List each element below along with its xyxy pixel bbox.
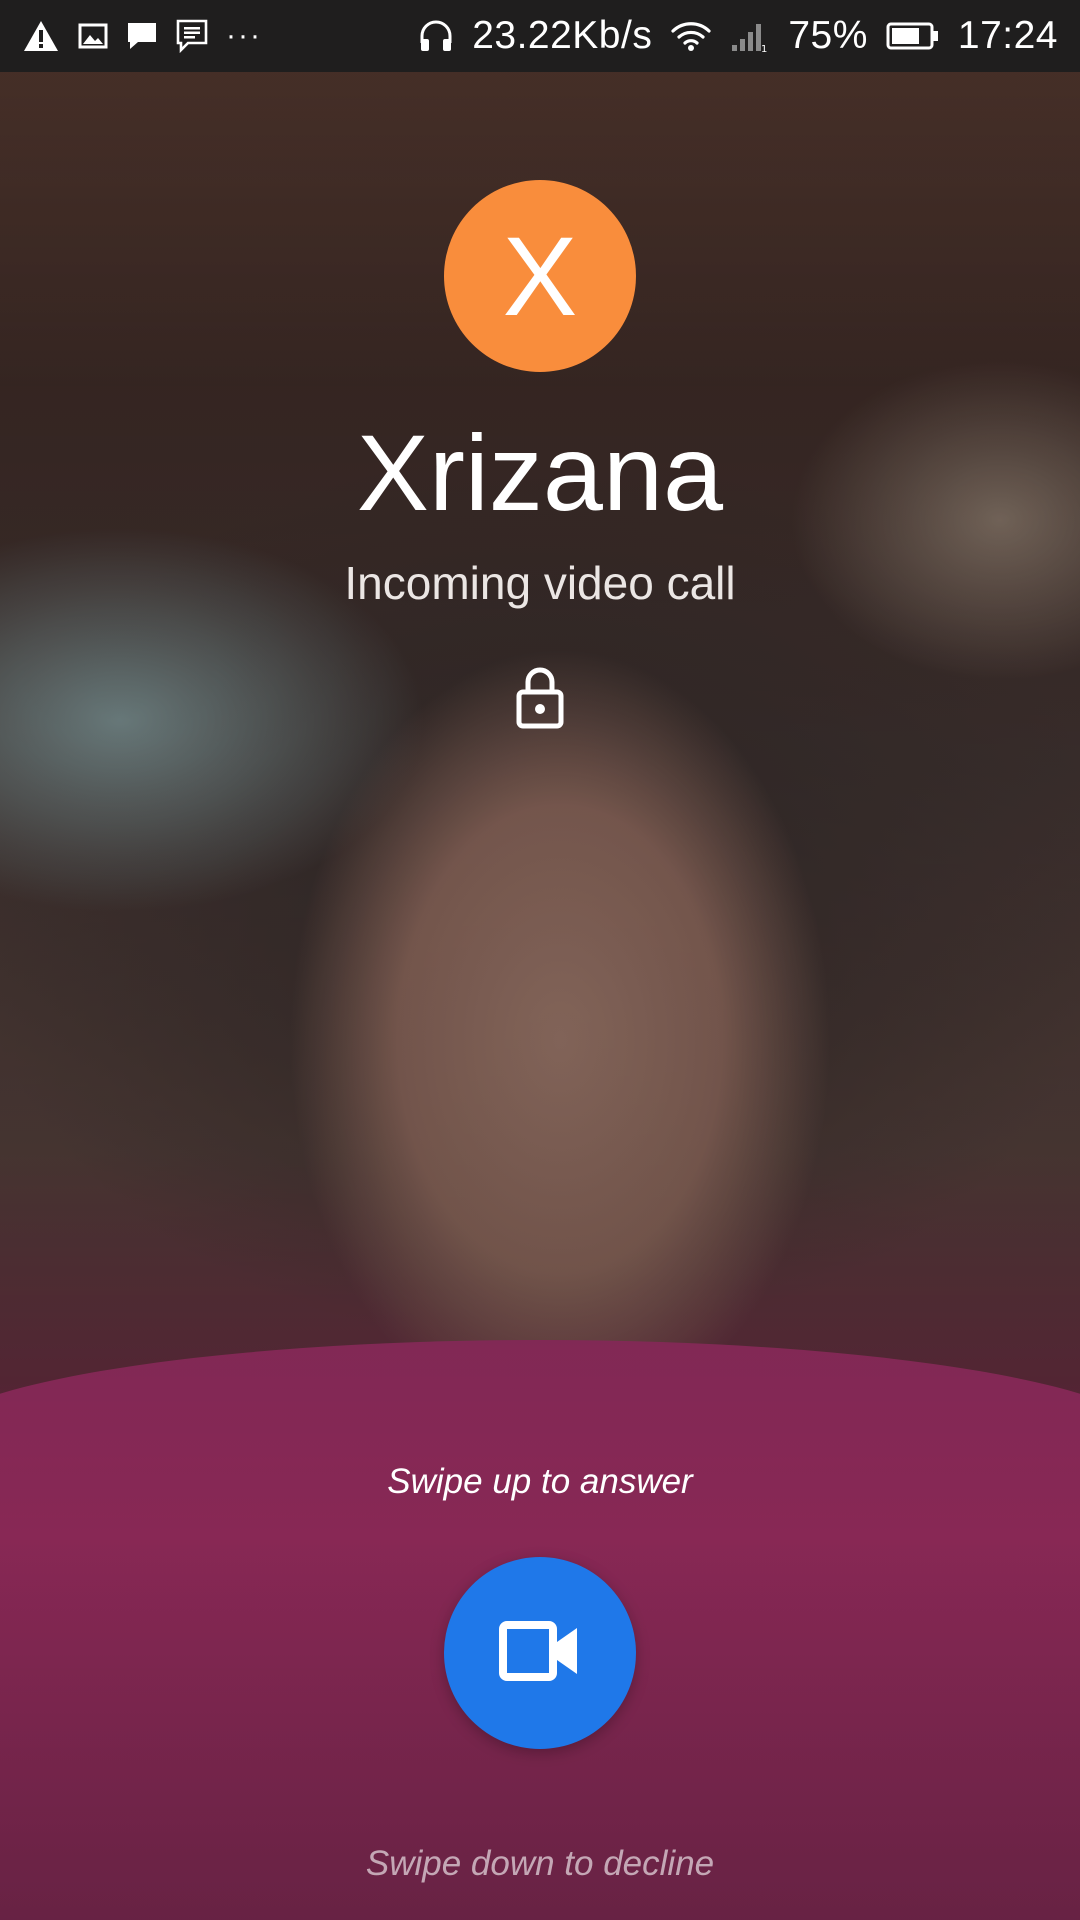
incoming-call-screen: ··· 23.22Kb/s 1 75% 17:24 X Xrizana Inco…	[0, 0, 1080, 1920]
answer-video-call-button[interactable]	[444, 1557, 636, 1749]
lock-icon	[515, 664, 565, 730]
wifi-icon	[670, 19, 712, 53]
caller-name: Xrizana	[356, 412, 724, 533]
network-speed: 23.22Kb/s	[472, 14, 653, 57]
status-bar-right: 23.22Kb/s 1 75% 17:24	[418, 14, 1058, 58]
battery-percent: 75%	[788, 14, 868, 57]
video-camera-icon	[499, 1620, 581, 1687]
call-status: Incoming video call	[344, 557, 736, 609]
swipe-up-hint: Swipe up to answer	[387, 1462, 693, 1501]
status-bar-left: ···	[22, 19, 262, 53]
svg-text:1: 1	[761, 44, 767, 53]
swipe-down-hint: Swipe down to decline	[365, 1844, 715, 1883]
status-bar: ··· 23.22Kb/s 1 75% 17:24	[0, 0, 1080, 72]
signal-icon: 1	[730, 19, 770, 53]
warning-icon	[22, 19, 60, 53]
chat-icon	[176, 19, 208, 53]
image-icon	[78, 22, 108, 50]
headset-icon	[418, 19, 454, 53]
more-notifications-indicator: ···	[226, 19, 262, 52]
caller-avatar: X	[444, 180, 636, 372]
clock: 17:24	[957, 14, 1058, 57]
message-icon	[126, 20, 158, 52]
battery-icon	[886, 21, 940, 51]
